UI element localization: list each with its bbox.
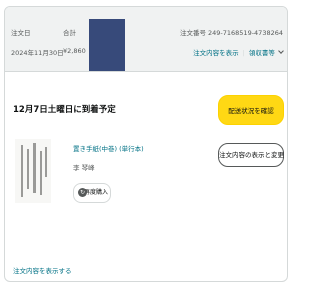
buy-again-label: 再度購入 [84,189,109,196]
order-header-links: 注文内容を表示 | 領収書等 [193,47,284,57]
order-header: 注文日 2024年11月30日 合計 ¥2,860 注文番号 249-71685… [5,7,287,72]
book-cover-text-mark [33,143,36,193]
order-date-label: 注文日 [11,29,31,37]
order-total-label: 合計 [63,29,76,37]
book-cover-text-mark [40,151,42,195]
buy-again-button[interactable]: ↻ 再度購入 [73,183,111,203]
chevron-down-icon [278,48,284,54]
view-order-details-link[interactable]: 注文内容を表示 [193,49,239,57]
book-cover-text-mark [21,145,23,197]
delivery-status: 12月7日土曜日に到着予定 [13,105,116,115]
product-author: 李 琴峰 [73,164,95,172]
product-title-link[interactable]: 置き手紙(中巻) (単行本) [73,143,144,153]
receipt-link[interactable]: 領収書等 [249,49,275,57]
product-image[interactable] [15,139,51,203]
book-cover-text-mark [27,149,29,189]
book-cover-text-mark [45,147,47,177]
order-card: 注文日 2024年11月30日 合計 ¥2,860 注文番号 249-71685… [4,6,288,282]
view-order-link[interactable]: 注文内容を表示する [13,265,72,275]
order-number: 注文番号 249-7168519-4738264 [179,29,283,37]
view-modify-order-button[interactable]: 注文内容の表示と変更 [218,143,284,167]
order-date-value: 2024年11月30日 [11,49,64,57]
rebuy-icon: ↻ [78,188,87,197]
link-separator: | [242,49,245,57]
order-total-value: ¥2,860 [63,47,86,55]
track-package-button[interactable]: 配送状況を確認 [218,95,284,125]
redacted-area [89,19,125,71]
